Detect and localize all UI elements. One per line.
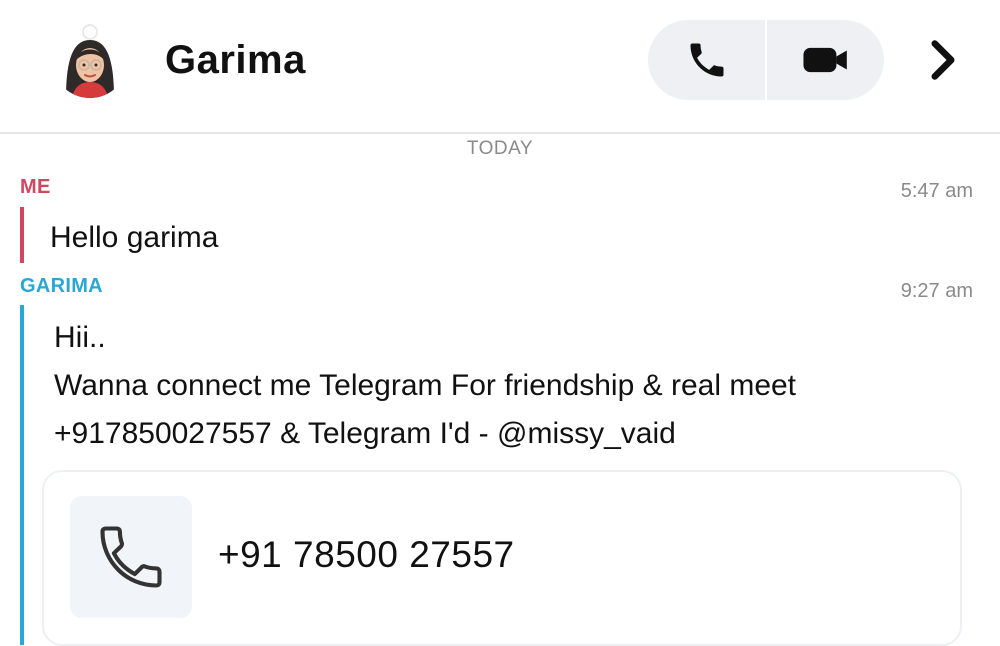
message-line: Hii.. [54,321,106,354]
video-camera-icon [802,47,847,73]
message-line: Wanna connect me Telegram For friendship… [54,369,797,402]
message-line: Hello garima [50,221,219,254]
chat-header: Garima [0,0,1000,134]
message-time: 5:47 am [900,180,973,202]
contact-avatar[interactable] [52,22,128,98]
sender-bar-garima [20,305,24,645]
contact-name[interactable]: Garima [165,38,306,83]
message-line: +917850027557 & Telegram I'd - @missy_va… [54,417,676,450]
phone-card-icon-box [70,496,192,618]
call-actions [648,20,884,100]
phone-icon [100,526,162,588]
phone-number: +91 78500 27557 [218,534,515,575]
message-time: 9:27 am [900,280,973,302]
message-text[interactable]: Hello garima [50,214,218,262]
sender-label-garima: GARIMA [20,275,103,297]
phone-icon [690,43,723,77]
sender-label-me: ME [20,176,51,198]
sender-bar-me [20,207,24,263]
message-text[interactable]: Hii.. Wanna connect me Telegram For frie… [54,314,796,458]
voice-call-button[interactable] [648,20,765,100]
bitmoji-avatar-icon [66,24,114,98]
phone-number-card[interactable]: +91 78500 27557 [42,470,962,646]
chevron-right-icon [931,40,955,80]
video-call-button[interactable] [767,20,884,100]
open-profile-button[interactable] [918,34,968,86]
date-separator: TODAY [466,138,534,159]
